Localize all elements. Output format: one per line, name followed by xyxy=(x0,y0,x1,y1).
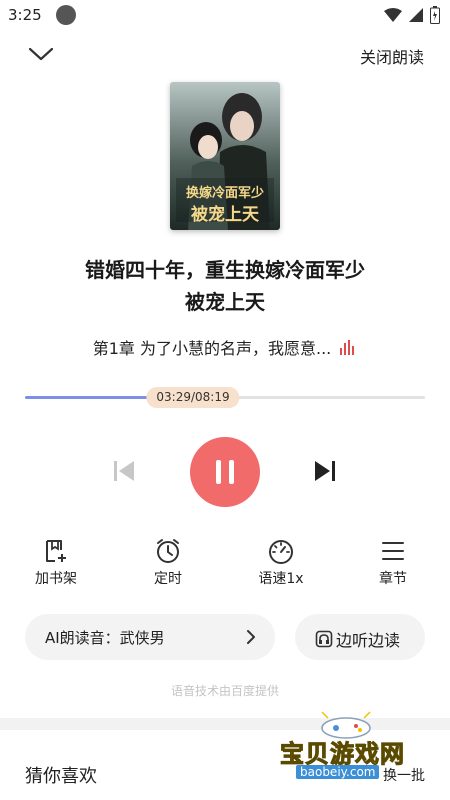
alarm-clock-icon xyxy=(157,539,179,563)
watermark-url: baobeiy.com xyxy=(296,765,380,779)
next-chapter-button[interactable] xyxy=(313,460,337,486)
pause-icon xyxy=(216,460,221,484)
refresh-recommend-button[interactable]: 换一批 xyxy=(383,765,425,785)
listen-while-reading-button[interactable]: 边听边读 xyxy=(295,614,425,660)
book-cover: 换嫁冷面军少 被宠上天 xyxy=(170,82,280,230)
top-bar: 关闭朗读 xyxy=(0,40,450,72)
status-time: 3:25 xyxy=(8,6,42,24)
playback-controls xyxy=(0,436,450,508)
chapters-label: 章节 xyxy=(379,571,407,587)
cover-title-line2: 被宠上天 xyxy=(191,205,259,225)
chevron-right-icon xyxy=(247,630,255,644)
recommend-title: 猜你喜欢 xyxy=(25,766,97,787)
ai-voice-label: AI朗读音：武侠男 xyxy=(45,629,165,647)
ai-voice-selector[interactable]: AI朗读音：武侠男 xyxy=(25,614,275,660)
collapse-button[interactable] xyxy=(26,42,56,68)
notification-dot-icon xyxy=(56,5,76,25)
wifi-icon xyxy=(384,8,402,22)
speed-button[interactable]: 语速1x xyxy=(241,538,321,588)
speed-label: 语速1x xyxy=(258,571,304,587)
previous-chapter-button[interactable] xyxy=(112,460,136,486)
speedometer-icon xyxy=(269,540,293,564)
action-row: 加书架 定时 语速1x 章节 xyxy=(0,538,450,598)
headphones-icon xyxy=(315,630,333,648)
close-reading-button[interactable]: 关闭朗读 xyxy=(360,44,424,68)
skip-next-icon xyxy=(315,461,335,481)
sound-wave-icon xyxy=(340,340,355,355)
cover-title-line1: 换嫁冷面军少 xyxy=(185,186,264,201)
book-title-line2: 被宠上天 xyxy=(185,290,265,314)
add-to-shelf-label: 加书架 xyxy=(35,571,77,587)
timer-label: 定时 xyxy=(154,571,182,587)
pause-button[interactable] xyxy=(190,437,260,507)
timer-button[interactable]: 定时 xyxy=(128,538,208,588)
menu-lines-icon xyxy=(382,542,404,560)
listen-while-reading-content: 边听边读 xyxy=(315,627,400,651)
skip-previous-icon xyxy=(114,461,134,481)
add-to-shelf-button[interactable]: 加书架 xyxy=(16,538,96,588)
current-chapter: 第1章 为了小慧的名声，我愿意... xyxy=(20,335,430,359)
book-title-line1: 错婚四十年，重生换嫁冷面军少 xyxy=(85,258,365,282)
pause-icon-bar xyxy=(229,460,234,484)
add-to-shelf-icon xyxy=(46,540,66,562)
voice-credit: 语音技术由百度提供 xyxy=(170,684,279,698)
signal-icon xyxy=(409,8,423,22)
listen-while-reading-label: 边听边读 xyxy=(336,631,401,650)
status-icons xyxy=(384,6,440,24)
chapters-button[interactable]: 章节 xyxy=(353,538,433,588)
battery-icon xyxy=(430,6,440,24)
book-title: 错婚四十年，重生换嫁冷面军少 被宠上天 xyxy=(30,254,420,318)
section-divider xyxy=(0,718,450,730)
chapter-title: 第1章 为了小慧的名声，我愿意... xyxy=(92,339,332,358)
playback-progress[interactable]: 03:29/08:19 xyxy=(25,385,425,409)
chevron-down-icon xyxy=(28,47,54,61)
progress-thumb[interactable]: 03:29/08:19 xyxy=(146,387,240,408)
status-bar: 3:25 xyxy=(0,0,450,34)
watermark-text: 宝贝游戏网 xyxy=(280,740,405,769)
